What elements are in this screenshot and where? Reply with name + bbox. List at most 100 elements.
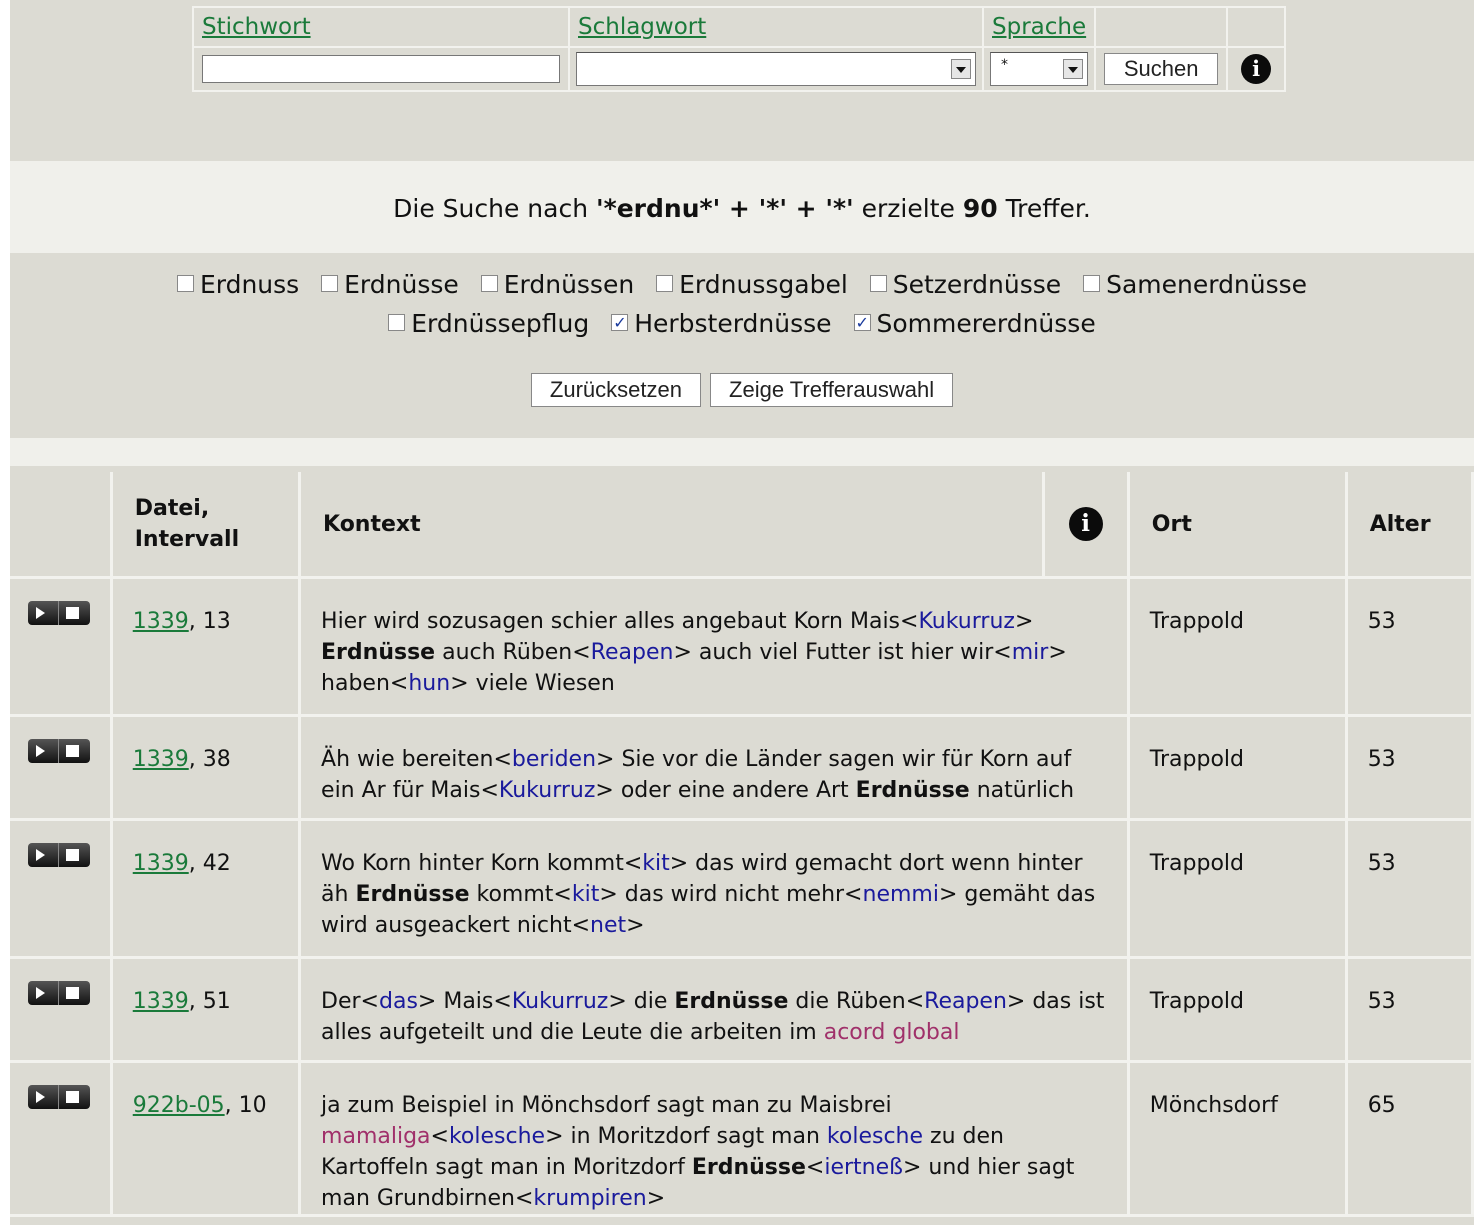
schlagwort-select[interactable] xyxy=(576,52,976,86)
play-stop-icon[interactable] xyxy=(28,843,90,867)
filter-item[interactable]: Erdnuss xyxy=(176,270,300,299)
keyword-highlight: Erdnüsse xyxy=(691,1155,806,1180)
file-cell: 1339, 51 xyxy=(111,957,302,1063)
file-cell: 1339, 13 xyxy=(111,577,302,717)
checkbox-7[interactable] xyxy=(611,303,629,342)
filter-item[interactable]: Samenerdnüsse xyxy=(1083,270,1307,299)
info-icon[interactable]: i xyxy=(1068,507,1103,541)
filter-item[interactable]: Erdnüsse xyxy=(321,270,459,299)
file-link[interactable]: 1339 xyxy=(133,747,189,772)
show-selection-button[interactable]: Zeige Trefferauswahl xyxy=(710,373,954,407)
checkbox-3[interactable] xyxy=(656,275,674,292)
context-text: > in Moritzdorf sagt man xyxy=(545,1124,827,1149)
search-button[interactable]: Suchen xyxy=(1103,53,1219,85)
header-context: Kontext xyxy=(299,472,1045,579)
divider xyxy=(58,981,59,1005)
results-table: Datei, Intervall Kontext i Ort Alter 133… xyxy=(10,472,1474,1217)
play-icon xyxy=(36,849,45,861)
divider xyxy=(58,843,59,867)
context-text: Wo Korn hinter Korn kommt< xyxy=(321,851,643,876)
play-icon xyxy=(36,1091,45,1103)
context-text: < xyxy=(900,609,919,634)
filter-item[interactable]: Erdnüssepflug xyxy=(388,309,589,338)
summary-suffix: Treffer. xyxy=(997,194,1091,223)
sprache-link[interactable]: Sprache xyxy=(984,14,1094,40)
play-icon xyxy=(36,745,45,757)
stichwort-link[interactable]: Stichwort xyxy=(194,14,319,40)
context-text: < xyxy=(430,1124,449,1149)
table-header-row: Datei, Intervall Kontext i Ort Alter xyxy=(10,472,1474,579)
play-stop-icon[interactable] xyxy=(28,981,90,1005)
checkbox-6[interactable] xyxy=(388,314,406,331)
age-cell: 65 xyxy=(1346,1061,1474,1217)
checkbox-1[interactable] xyxy=(321,275,339,292)
standard-form: Kukurruz xyxy=(918,609,1015,634)
header-file: Datei, Intervall xyxy=(111,472,302,579)
loanword: acord global xyxy=(823,1020,960,1045)
filter-label: Erdnüssen xyxy=(503,270,635,299)
play-cell xyxy=(10,819,113,959)
place-cell: Trappold xyxy=(1128,957,1348,1063)
play-stop-icon[interactable] xyxy=(28,601,90,625)
filter-checkboxes: Erdnuss Erdnüsse Erdnüssen Erdnussgabel … xyxy=(10,265,1474,343)
summary-query: '*erdnu*' + '*' + '*' xyxy=(596,194,854,223)
context-cell: Hier wird sozusagen schier alles angebau… xyxy=(299,577,1130,717)
file-link[interactable]: 1339 xyxy=(133,609,189,634)
context-text: Hier wird sozusagen schier alles angebau… xyxy=(321,609,901,634)
context-text: die Rüben< xyxy=(788,989,925,1014)
filter-label: Sommererdnüsse xyxy=(876,309,1096,338)
context-text: > das wird nicht mehr< xyxy=(599,882,863,907)
header-place: Ort xyxy=(1128,472,1348,579)
sprache-value: * xyxy=(1001,57,1008,73)
play-icon xyxy=(36,607,45,619)
standard-form: kolesche xyxy=(448,1124,546,1149)
file-link[interactable]: 1339 xyxy=(133,851,189,876)
context-cell: Wo Korn hinter Korn kommt<kit> das wird … xyxy=(299,819,1130,959)
filter-label: Erdnuss xyxy=(199,270,300,299)
context-text: kommt< xyxy=(469,882,572,907)
context-text: > xyxy=(646,1186,666,1211)
checkbox-8[interactable] xyxy=(853,303,871,342)
file-cell: 922b-05, 10 xyxy=(111,1061,302,1217)
file-cell: 1339, 42 xyxy=(111,819,302,959)
filter-label: Erdnussgabel xyxy=(679,270,848,299)
age-cell: 53 xyxy=(1346,715,1474,821)
context-text: > viele Wiesen xyxy=(450,671,615,696)
summary-middle: erzielte xyxy=(853,194,963,223)
play-cell xyxy=(10,715,113,821)
checkbox-4[interactable] xyxy=(869,275,887,292)
file-link[interactable]: 1339 xyxy=(133,989,189,1014)
checkbox-5[interactable] xyxy=(1083,275,1101,292)
stichwort-input[interactable] xyxy=(202,55,560,83)
play-cell xyxy=(10,957,113,1063)
interval: , 38 xyxy=(188,747,231,772)
filter-item[interactable]: Setzerdnüsse xyxy=(869,270,1061,299)
filter-item[interactable]: Erdnussgabel xyxy=(656,270,848,299)
play-stop-icon[interactable] xyxy=(28,739,90,763)
keyword-highlight: Erdnüsse xyxy=(674,989,789,1014)
divider xyxy=(58,601,59,625)
file-link[interactable]: 922b-05 xyxy=(133,1093,225,1118)
play-stop-icon[interactable] xyxy=(28,1085,90,1109)
context-text: Äh wie bereiten< xyxy=(321,747,512,772)
standard-form: iertneß xyxy=(824,1155,903,1180)
sprache-select[interactable]: * xyxy=(990,52,1089,86)
filter-item[interactable]: Sommererdnüsse xyxy=(853,303,1096,342)
checkbox-2[interactable] xyxy=(480,275,498,292)
standard-form: krumpiren xyxy=(533,1186,647,1211)
filter-item[interactable]: Herbsterdnüsse xyxy=(611,303,832,342)
standard-form: Reapen xyxy=(590,640,674,665)
stop-icon xyxy=(66,1091,79,1103)
checkbox-0[interactable] xyxy=(176,275,194,292)
reset-button[interactable]: Zurücksetzen xyxy=(530,373,701,407)
context-text: > oder eine andere Art xyxy=(595,778,856,803)
info-icon[interactable]: i xyxy=(1241,54,1272,84)
age-cell: 53 xyxy=(1346,819,1474,959)
standard-form: nemmi xyxy=(862,882,939,907)
schlagwort-link[interactable]: Schlagwort xyxy=(570,14,714,40)
place-cell: Trappold xyxy=(1128,819,1348,959)
context-text: > die xyxy=(608,989,675,1014)
context-text: > xyxy=(1014,609,1034,634)
filter-item[interactable]: Erdnüssen xyxy=(480,270,635,299)
header-age: Alter xyxy=(1346,472,1474,579)
